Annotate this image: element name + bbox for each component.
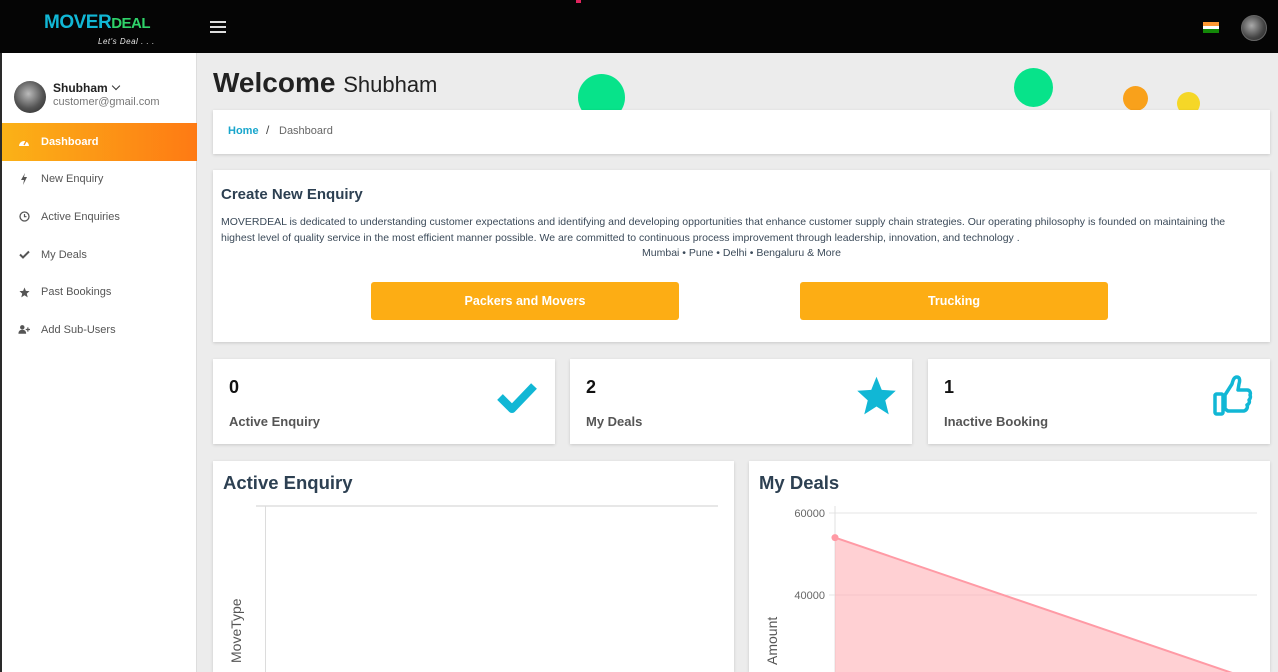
- packers-movers-button[interactable]: Packers and Movers: [371, 282, 679, 320]
- sidebar-item-label: New Enquiry: [41, 173, 104, 186]
- chart-y-axis-label: MoveType: [228, 598, 244, 663]
- logo-tagline: Let's Deal . . .: [98, 37, 155, 46]
- clock-icon: [18, 211, 30, 223]
- decorative-bubble: [1123, 86, 1148, 111]
- star-icon: [18, 286, 30, 298]
- sidebar-item-label: Add Sub-Users: [41, 323, 116, 336]
- chart-y-axis-label: Amount: [764, 617, 780, 665]
- check-icon: [18, 249, 30, 261]
- bolt-icon: [18, 173, 30, 186]
- stat-value: 2: [586, 377, 597, 397]
- user-plus-icon: [18, 324, 30, 336]
- sidebar-item-active-enquiries[interactable]: Active Enquiries: [2, 198, 197, 236]
- stat-value: 0: [229, 377, 240, 397]
- decorative-bubble: [1014, 68, 1053, 107]
- welcome-user-name: Shubham: [343, 72, 438, 97]
- profile-avatar: [14, 81, 46, 113]
- sidebar-item-my-deals[interactable]: My Deals: [2, 236, 197, 274]
- my-deals-chart: Amount 60000 40000: [764, 506, 1257, 672]
- sidebar-item-label: Dashboard: [41, 135, 99, 148]
- sidebar-item-label: Active Enquiries: [41, 210, 120, 223]
- create-enquiry-card: Create New Enquiry MOVERDEAL is dedicate…: [213, 170, 1270, 342]
- deals-data-point[interactable]: [831, 534, 839, 542]
- breadcrumb-separator: /: [266, 123, 270, 137]
- user-avatar[interactable]: [1241, 15, 1267, 41]
- stat-label: My Deals: [586, 414, 643, 429]
- profile-name-text: Shubham: [53, 81, 108, 95]
- stat-label: Active Enquiry: [229, 414, 321, 429]
- breadcrumb-current: Dashboard: [279, 125, 333, 137]
- logo-text-deal: DEAL: [111, 15, 151, 32]
- sidebar: Shubham customer@gmail.com Dashboard New…: [2, 53, 197, 672]
- top-navbar: MOVERDEAL Let's Deal . . .: [0, 0, 1278, 53]
- star-icon: [855, 375, 898, 422]
- enquiry-title: Create New Enquiry: [221, 186, 363, 203]
- chart-y-tick-label: 60000: [794, 508, 825, 520]
- active-enquiry-chart: MoveType: [228, 505, 718, 672]
- stat-card-inactive-booking[interactable]: 1 Inactive Booking: [928, 359, 1270, 444]
- stat-card-active-enquiry[interactable]: 0 Active Enquiry: [213, 359, 555, 444]
- welcome-text: Welcome: [213, 67, 336, 98]
- sidebar-item-label: My Deals: [41, 248, 87, 261]
- profile-name[interactable]: Shubham: [53, 81, 120, 95]
- enquiry-description: MOVERDEAL is dedicated to understanding …: [221, 216, 1226, 244]
- check-icon: [497, 381, 537, 420]
- breadcrumb: Home / Dashboard: [213, 110, 1270, 154]
- sidebar-item-label: Past Bookings: [41, 286, 112, 299]
- profile-email: customer@gmail.com: [53, 96, 160, 108]
- logo-text-mover: MOVER: [44, 12, 112, 33]
- sidebar-menu: Dashboard New Enquiry Active Enquiries M…: [2, 123, 197, 349]
- menu-toggle-icon[interactable]: [210, 21, 226, 33]
- enquiry-cities: Mumbai • Pune • Delhi • Bengaluru & More: [642, 247, 841, 259]
- sidebar-item-new-enquiry[interactable]: New Enquiry: [2, 161, 197, 199]
- chart-y-tick-label: 40000: [794, 590, 825, 602]
- stat-card-my-deals[interactable]: 2 My Deals: [570, 359, 912, 444]
- logo-text: MOVERDEAL: [44, 12, 151, 34]
- my-deals-chart-card: My Deals Amount 60000 40000: [749, 461, 1270, 672]
- sidebar-item-add-sub-users[interactable]: Add Sub-Users: [2, 311, 197, 349]
- trucking-button[interactable]: Trucking: [800, 282, 1108, 320]
- page-title: Welcome Shubham: [213, 67, 437, 99]
- sidebar-item-past-bookings[interactable]: Past Bookings: [2, 273, 197, 311]
- top-accent-mark: [576, 0, 581, 3]
- stat-value: 1: [944, 377, 955, 397]
- sidebar-item-dashboard[interactable]: Dashboard: [2, 123, 197, 161]
- active-enquiry-chart-card: Active Enquiry MoveType: [213, 461, 734, 672]
- chevron-down-icon: [111, 81, 120, 91]
- india-flag-icon[interactable]: [1203, 22, 1219, 33]
- stat-label: Inactive Booking: [944, 414, 1049, 429]
- breadcrumb-home-link[interactable]: Home: [228, 125, 259, 137]
- app-logo[interactable]: MOVERDEAL Let's Deal . . .: [44, 12, 154, 48]
- dashboard-icon: [18, 136, 30, 148]
- thumbs-up-icon: [1212, 374, 1254, 423]
